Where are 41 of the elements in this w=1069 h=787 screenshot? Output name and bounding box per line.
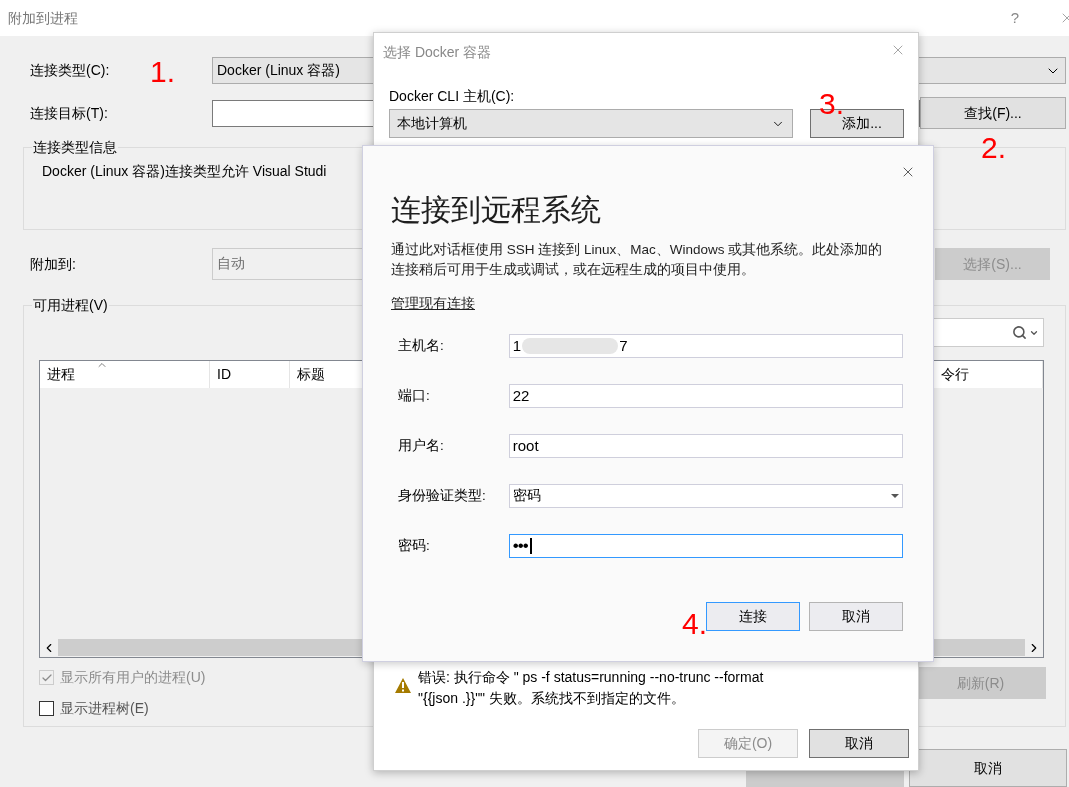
manage-connections-link[interactable]: 管理现有连接: [391, 293, 475, 314]
field-label: 密码:: [398, 536, 431, 555]
error-message: 错误: 执行命令 " ps -f status=running --no-trunc --format "{{json .}}"" 失败。系统找不到指定的文件。: [418, 668, 764, 708]
connect-button[interactable]: 连接: [706, 602, 800, 631]
caret-icon: [891, 494, 899, 498]
help-button[interactable]: ?: [1010, 6, 1019, 30]
cancel-button[interactable]: 取消: [809, 602, 903, 631]
host-dropdown[interactable]: 本地计算机: [389, 109, 793, 138]
checkbox[interactable]: [39, 701, 54, 716]
field-label: Docker CLI 主机(C):: [389, 87, 515, 106]
cancel-button[interactable]: 取消: [809, 729, 909, 758]
field-label: 主机名:: [398, 336, 445, 355]
column-header[interactable]: ID: [210, 361, 290, 388]
input-field[interactable]: 1 7: [508, 334, 903, 358]
dialog-heading: 连接到远程系统: [391, 192, 602, 228]
checkbox-label: 显示所有用户的进程(U): [60, 668, 206, 687]
step-number: 2.: [981, 130, 1007, 166]
column-header[interactable]: 进程: [40, 361, 210, 388]
text-cursor: [529, 538, 532, 554]
dialog-description: 通过此对话框使用 SSH 连接到 Linux、Mac、Windows 或其他系统。此处添加的连接稍后可用于生成或调试，或在远程生成的项目中使用。: [391, 241, 884, 279]
window-title: 附加到进程: [8, 8, 78, 28]
info-text: Docker (Linux 容器)连接类型允许 Visual Studi: [42, 162, 327, 181]
field-label: 连接类型(C):: [30, 62, 110, 78]
step-number: 4.: [682, 606, 708, 642]
field-label: 附加到:: [30, 255, 76, 272]
field-label: 用户名:: [398, 436, 445, 455]
input-field[interactable]: root: [508, 434, 903, 458]
field-label: 身份验证类型:: [398, 486, 487, 505]
cancel-button[interactable]: 取消: [909, 749, 1067, 787]
step-number: 1.: [150, 54, 176, 90]
checkbox-label: 显示进程树(E): [60, 699, 149, 718]
input-field[interactable]: 22: [508, 384, 903, 408]
dialog-title: 选择 Docker 容器: [383, 43, 492, 62]
warning-icon: [394, 677, 412, 694]
field-label: 端口:: [398, 386, 431, 405]
group-title: 可用进程(V): [32, 295, 109, 316]
input-field[interactable]: •••: [508, 534, 903, 558]
auth-type-dropdown[interactable]: 密码: [508, 484, 903, 508]
field-label: 连接目标(T):: [30, 103, 109, 123]
find-button[interactable]: 查找(F)...: [920, 97, 1066, 129]
search-icon: [1012, 325, 1027, 340]
